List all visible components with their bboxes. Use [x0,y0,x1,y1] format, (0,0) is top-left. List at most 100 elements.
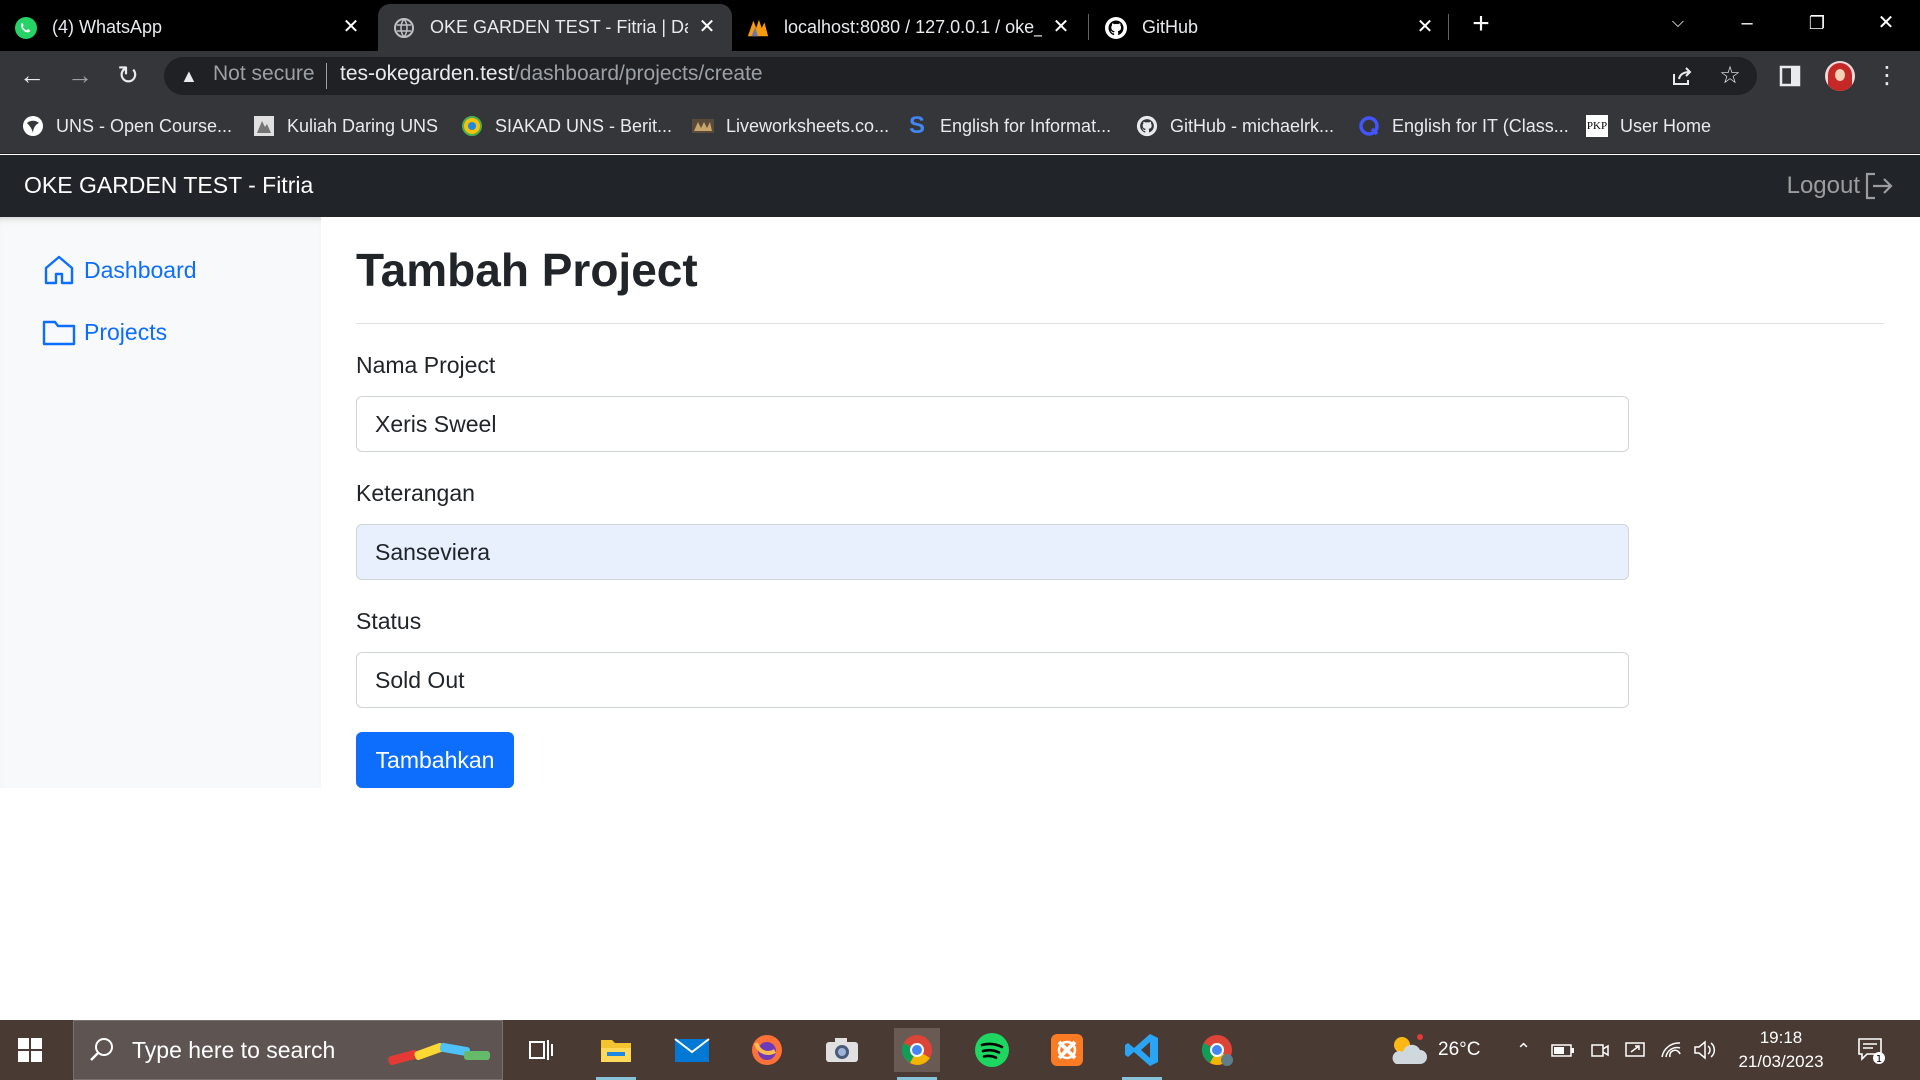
xampp-icon[interactable] [1044,1028,1090,1072]
bookmark-english-it-class[interactable]: English for IT (Class... [1358,113,1569,139]
nama-project-label: Nama Project [356,352,496,378]
bookmark-label: Kuliah Daring UNS [287,115,439,136]
tab-title: OKE GARDEN TEST - Fitria | Dash [430,17,688,37]
bookmark-siakad[interactable]: SIAKAD UNS - Berit... [461,113,672,139]
keterangan-label: Keterangan [356,480,475,506]
bookmark-label: English for IT (Class... [1392,115,1569,136]
bookmark-label: SIAKAD UNS - Berit... [495,115,673,136]
crayons-search-highlight-icon [388,1042,490,1066]
liveworksheets-icon [692,115,714,137]
tab-oke-garden[interactable]: OKE GARDEN TEST - Fitria | Dash ✕ [378,4,732,51]
bookmark-liveworksheets[interactable]: Liveworksheets.co... [692,113,889,139]
sidebar-item-projects[interactable]: Projects [42,315,167,349]
bookmark-english-informatics[interactable]: S English for Informat... [906,112,1111,139]
side-panel-icon[interactable] [1775,61,1805,91]
tab-separator [1088,14,1089,40]
app-brand[interactable]: OKE GARDEN TEST - Fitria [24,172,313,199]
url-host: tes-okegarden.test [340,62,514,85]
close-tab-icon[interactable]: ✕ [1050,16,1072,38]
chrome-icon[interactable] [894,1028,940,1080]
keterangan-input[interactable]: Sanseviera [356,524,1629,580]
tab-title: GitHub [1142,17,1199,37]
tab-github[interactable]: GitHub ✕ [1104,4,1450,51]
warning-triangle-icon[interactable]: ▲ [180,66,198,87]
url-path: /dashboard/projects/create [513,62,763,85]
new-tab-button[interactable]: + [1466,9,1496,40]
clock-date: 21/03/2023 [1738,1052,1824,1071]
status-input[interactable]: Sold Out [356,652,1629,708]
taskbar-clock[interactable]: 19:18 21/03/2023 [1728,1026,1834,1074]
profile-avatar[interactable] [1825,61,1855,91]
back-arrow-icon[interactable]: ← [17,60,47,90]
bookmark-label: UNS - Open Course... [56,115,233,136]
sidebar-item-label: Projects [84,318,168,345]
chrome-profile-icon[interactable] [1194,1028,1240,1072]
folder-icon [42,320,76,346]
restore-icon[interactable]: ❐ [1797,8,1837,38]
share-icon[interactable] [1667,61,1697,91]
bookmark-label: Liveworksheets.co... [726,115,890,136]
more-menu-icon[interactable]: ⋮ [1872,61,1902,91]
url-text[interactable]: tes-okegarden.test/dashboard/projects/cr… [340,62,763,86]
s-logo-icon: S [908,112,925,139]
title-divider [356,323,1884,324]
globe-icon [392,16,416,40]
minimize-icon[interactable]: – [1727,8,1767,38]
logout-link[interactable]: Logout [1787,170,1894,202]
meet-now-icon[interactable] [1590,1020,1610,1080]
phpmyadmin-icon [746,16,770,40]
nama-project-input[interactable]: Xeris Sweel [356,396,1629,452]
bookmark-user-home[interactable]: PKP User Home [1586,113,1711,139]
tambahkan-button[interactable]: Tambahkan [356,732,514,788]
security-label[interactable]: Not secure [213,62,315,86]
status-label: Status [356,608,422,634]
camera-icon[interactable] [819,1028,865,1072]
battery-icon[interactable] [1551,1020,1575,1080]
file-explorer-icon[interactable] [593,1028,639,1080]
close-tab-icon[interactable]: ✕ [696,16,718,38]
spotify-icon[interactable] [969,1028,1015,1072]
close-tab-icon[interactable]: ✕ [340,16,362,38]
star-icon[interactable]: ☆ [1715,61,1745,91]
bookmark-label: GitHub - michaelrk... [1170,115,1335,136]
taskbar-search-box[interactable]: Type here to search [73,1020,503,1080]
bookmark-uns[interactable]: UNS - Open Course... [22,113,232,139]
bookmarks-bar: UNS - Open Course... Kuliah Daring UNS S… [0,100,1920,154]
tab-title: (4) WhatsApp [52,17,163,37]
weather-widget[interactable]: 26°C [1386,1020,1480,1080]
close-tab-icon[interactable]: ✕ [1414,16,1436,38]
github-icon [1136,115,1158,137]
search-icon [90,1038,113,1061]
tab-whatsapp[interactable]: (4) WhatsApp ✕ [14,4,376,51]
sidebar-item-label: Dashboard [84,256,197,283]
windows-start-icon[interactable] [16,1036,46,1066]
tab-separator [1448,14,1449,40]
logout-label: Logout [1786,172,1860,199]
display-projection-icon[interactable] [1624,1020,1648,1080]
vscode-icon[interactable] [1119,1028,1165,1080]
notification-center-icon[interactable]: 1 [1856,1020,1886,1080]
github-icon [1104,16,1128,40]
task-view-icon[interactable] [518,1028,564,1072]
sidebar-item-dashboard[interactable]: Dashboard [42,253,197,287]
pkp-icon: PKP [1586,115,1608,137]
close-window-icon[interactable]: ✕ [1866,8,1906,38]
show-hidden-icons-chevron-icon[interactable]: ⌃ [1516,1020,1531,1080]
bookmark-github-michaelrk[interactable]: GitHub - michaelrk... [1136,113,1334,139]
tab-phpmyadmin[interactable]: localhost:8080 / 127.0.0.1 / oke_g ✕ [746,4,1086,51]
reload-icon[interactable]: ↻ [113,60,143,90]
weather-temperature: 26°C [1438,1039,1481,1060]
wifi-icon[interactable] [1660,1020,1682,1080]
forward-arrow-icon[interactable]: → [65,60,95,90]
sidebar: Dashboard Projects [0,217,321,788]
mail-icon[interactable] [669,1028,715,1072]
page-title: Tambah Project [356,244,698,296]
browser-tab-strip: (4) WhatsApp ✕ OKE GARDEN TEST - Fitria … [0,0,1920,51]
whatsapp-icon [14,16,38,40]
volume-icon[interactable] [1693,1020,1717,1080]
firefox-icon[interactable] [744,1028,790,1072]
tab-search-chevron-icon[interactable]: ⌵ [1658,8,1698,38]
tab-title: localhost:8080 / 127.0.0.1 / oke_g [784,17,1042,37]
bookmark-kuliah-daring[interactable]: Kuliah Daring UNS [253,113,438,139]
search-placeholder: Type here to search [132,1036,336,1063]
